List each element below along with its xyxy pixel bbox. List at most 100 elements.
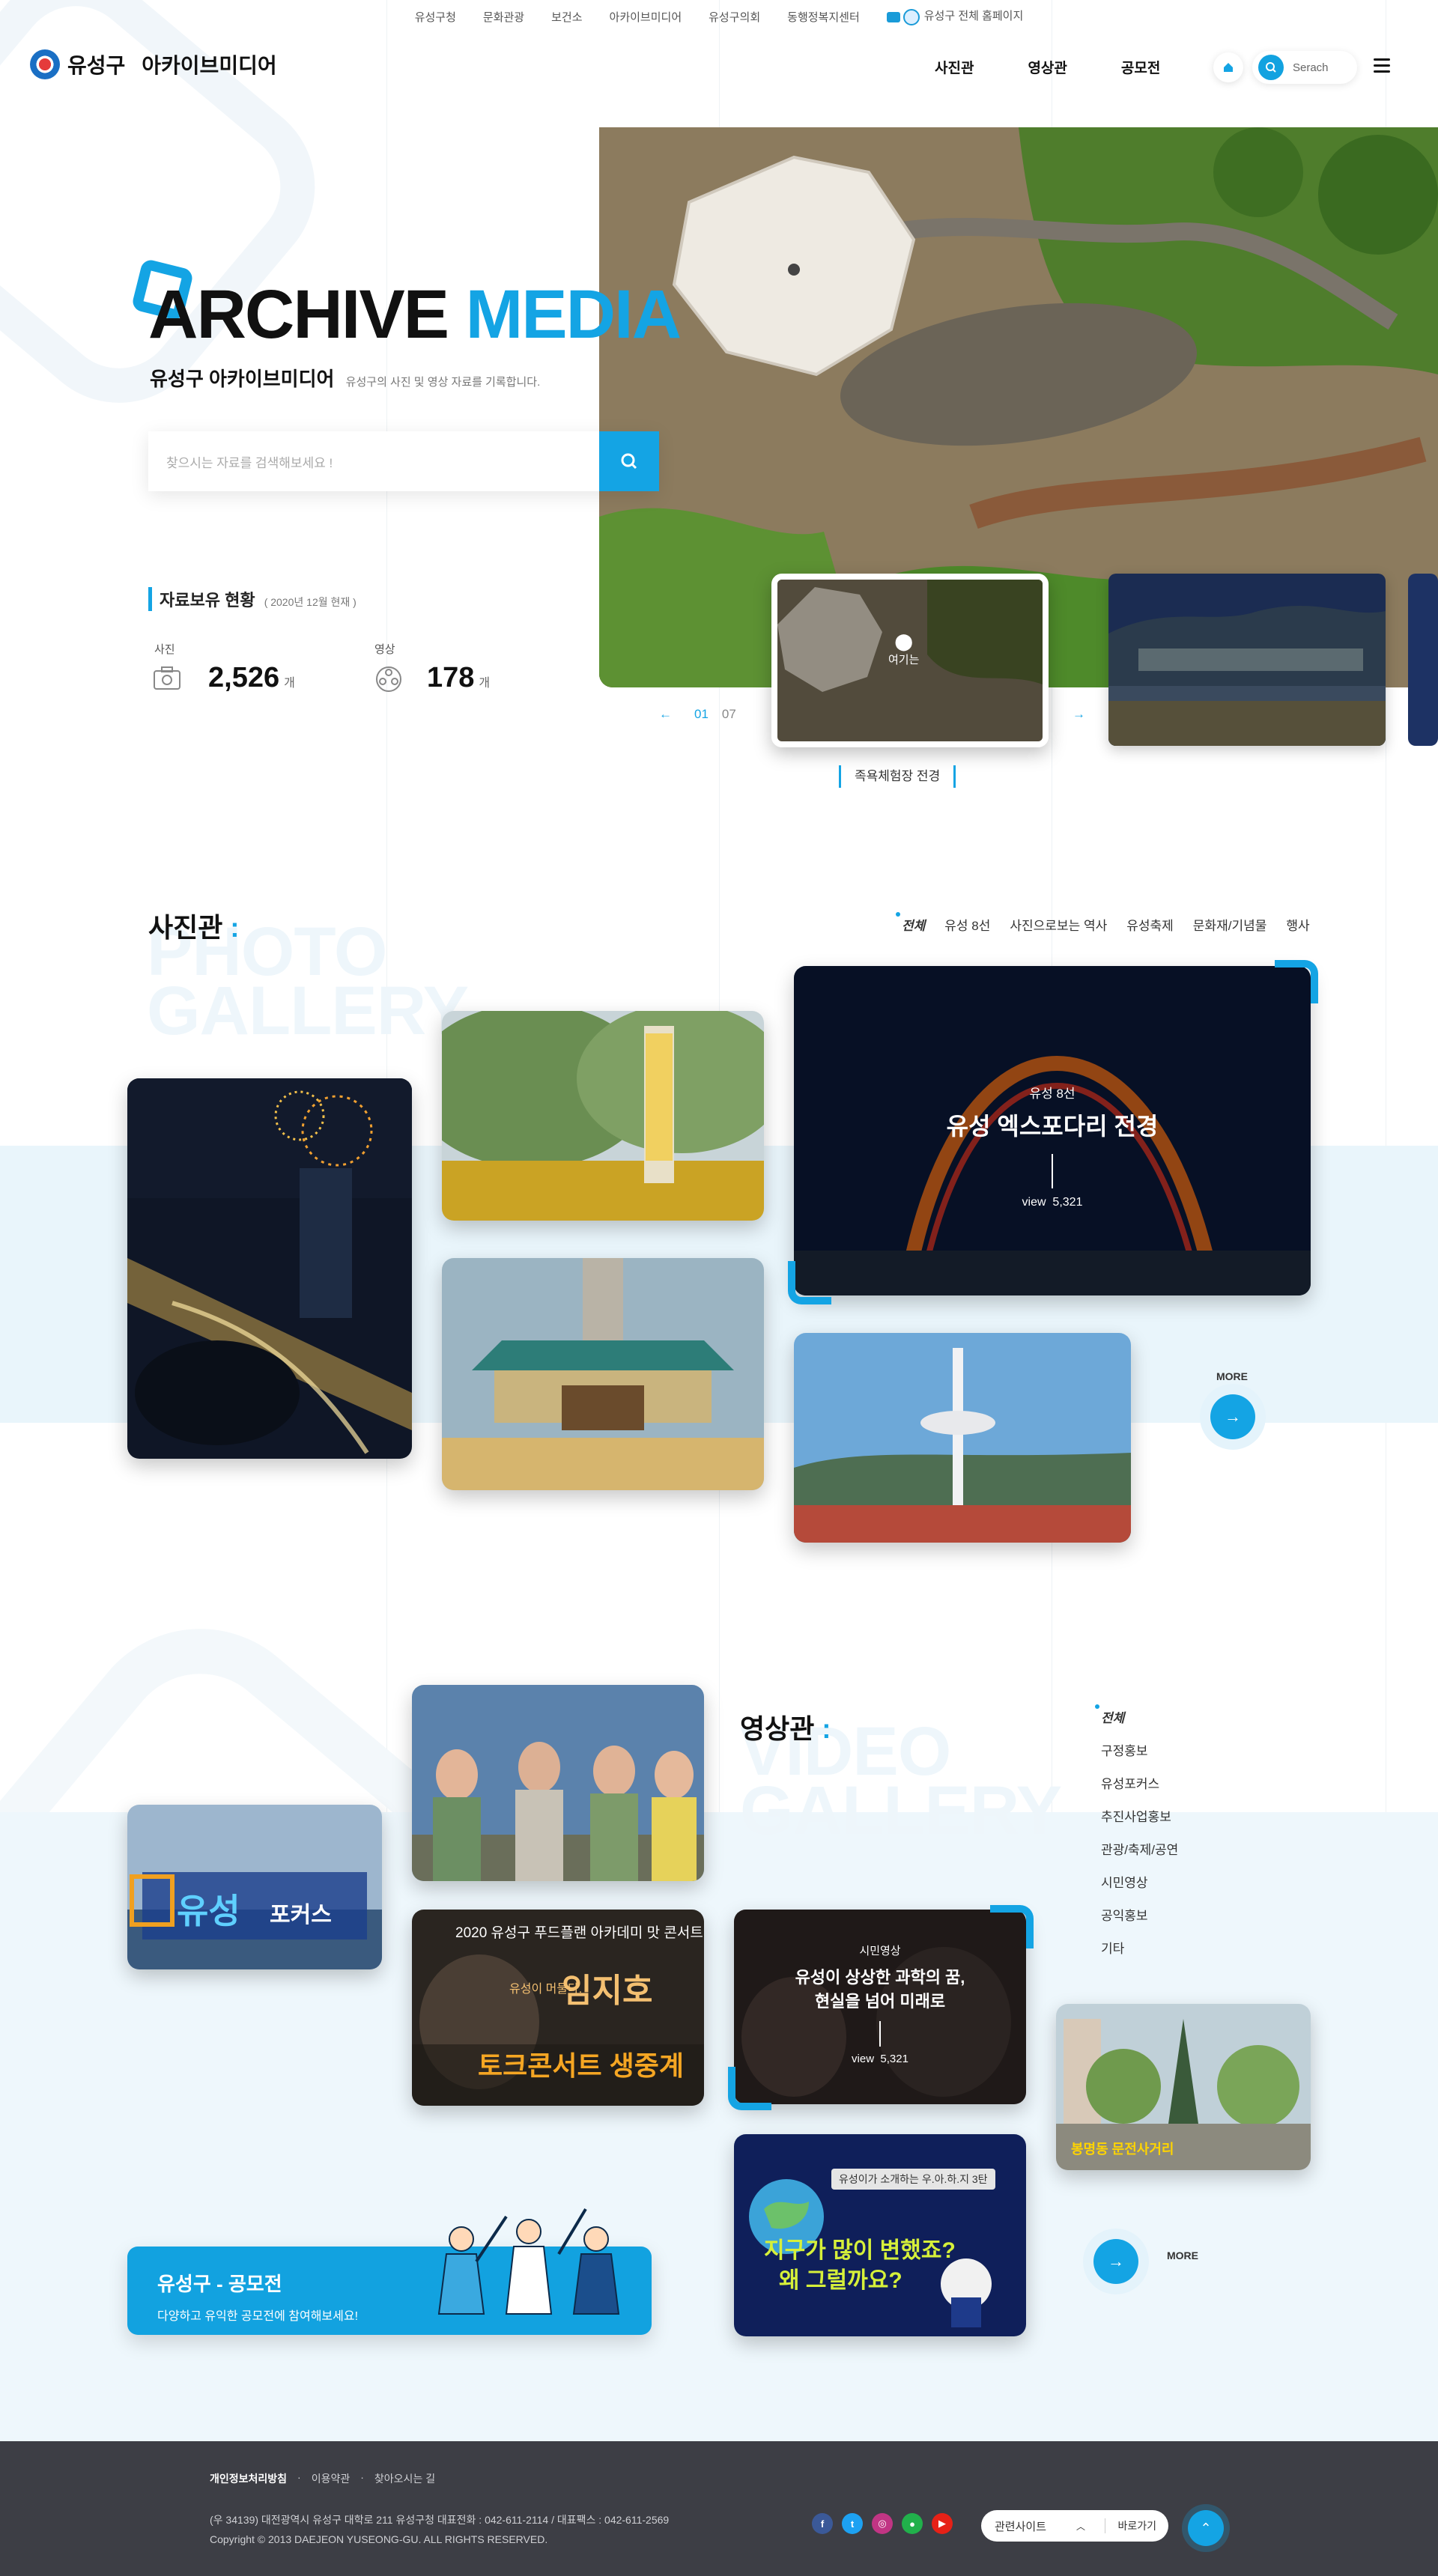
video-cat-etc[interactable]: 기타 [1101,1938,1178,1957]
prev-arrow-icon[interactable]: ← [659,707,672,722]
search-icon [1258,55,1284,80]
youtube-icon[interactable]: ▶ [932,2513,953,2534]
related-label: 관련사이트 [995,2520,1047,2533]
tab-heritage[interactable]: 문화재/기념물 [1193,915,1267,934]
street-label: 봉명동 문전사거리 [1071,2142,1174,2157]
related-go-button[interactable]: 바로가기 [1105,2518,1168,2533]
tab-history[interactable]: 사진으로보는 역사 [1010,915,1107,934]
gnb-item-video[interactable]: 영상관 [1028,57,1067,77]
archive-search-input[interactable]: 찾으시는 자료를 검색해보세요 ! [148,431,658,491]
video-cat-citizen[interactable]: 시민영상 [1101,1872,1178,1891]
photo-featured-card[interactable]: 유성 8선 유성 엑스포다리 전경 view 5,321 [794,966,1311,1295]
camera-icon [153,665,181,694]
utility-nav: 유성구청 문화관광 보건소 아카이브미디어 유성구의회 동행정복지센터 유성구 … [0,0,1438,33]
stats-title-text: 자료보유 현황 [160,591,255,610]
film-reel-icon [374,665,403,697]
facebook-icon[interactable]: f [812,2513,833,2534]
chevron-up-icon: ︿ [1076,2521,1086,2532]
util-link[interactable]: 유성구의회 [709,9,760,25]
arrow-right-icon: → [1225,1407,1241,1426]
concert-top-text: 2020 유성구 푸드플랜 아카데미 맛 콘서트 [455,1925,703,1941]
sns-links: f t ◎ ● ▶ [812,2513,953,2534]
scroll-top-button[interactable]: ⌃ [1188,2510,1224,2546]
video-card-street[interactable]: 봉명동 문전사거리 [1056,2004,1311,2170]
featured-corner-decoration [788,1261,831,1304]
video-cat-public[interactable]: 공익홍보 [1101,1905,1178,1924]
footer-copyright: Copyright © 2013 DAEJEON YUSEONG-GU. ALL… [210,2533,548,2545]
footer-links: 개인정보처리방침 · 이용약관 · 찾아오시는 길 [210,2471,436,2486]
footer-link-terms[interactable]: 이용약관 [312,2471,351,2486]
divider [879,2021,881,2047]
home-icon [886,11,900,22]
photo-card-fireworks[interactable] [127,1078,412,1459]
video-more-button[interactable]: → [1093,2239,1138,2284]
footer-link-directions[interactable]: 찾아오시는 길 [374,2471,435,2486]
video-card-concert[interactable]: 2020 유성구 푸드플랜 아카데미 맛 콘서트 임지호 유성이 머물다. 토크… [412,1910,704,2106]
stats-title: 자료보유 현황 ( 2020년 12월 현재 ) [148,587,357,611]
video-card-focus[interactable]: 유성 포커스 [127,1805,382,1969]
video-cat-tourism[interactable]: 관광/축제/공연 [1101,1839,1178,1858]
video-category-list: 전체 구정홍보 유성포커스 추진사업홍보 관광/축제/공연 시민영상 공익홍보 … [1094,1704,1178,1971]
related-sites-select[interactable]: 관련사이트 ︿ 바로가기 [981,2510,1168,2542]
talk-icon[interactable]: ● [902,2513,923,2534]
next-arrow-icon[interactable]: → [1073,707,1085,722]
stat-video-count: 178 개 [427,662,490,694]
photo-more-button[interactable]: → [1210,1394,1255,1439]
header-search-button[interactable]: Serach [1252,51,1357,84]
hero-subtitle: 유성구 아카이브미디어 유성구의 사진 및 영상 자료를 기록합니다. [150,364,540,392]
video-cat-project[interactable]: 추진사업홍보 [1101,1806,1178,1825]
science-banner: 유성이가 소개하는 우.아.하.지 3탄 [831,2169,995,2190]
video-card-science[interactable]: 유성이가 소개하는 우.아.하.지 3탄 지구가 많이 변했죠? 왜 그럴까요? [734,2134,1026,2336]
arrow-right-icon: → [1108,2252,1124,2270]
stat-photo-number: 2,526 [208,662,280,693]
instagram-icon[interactable]: ◎ [872,2513,893,2534]
util-link[interactable]: 아카이브미디어 [610,9,682,25]
video-card-choir[interactable] [412,1685,704,1881]
twitter-icon[interactable]: t [842,2513,863,2534]
hero-title: ARCHIVE MEDIA [148,280,682,349]
video-more-label: MORE [1167,2250,1198,2261]
gnb-item-contest[interactable]: 공모전 [1121,57,1160,77]
search-placeholder: 찾으시는 자료를 검색해보세요 ! [166,455,333,470]
video-cat-pr[interactable]: 구정홍보 [1101,1740,1178,1759]
focus-title: 유성 [177,1892,240,1931]
focus-sub: 포커스 [270,1903,332,1928]
tab-all[interactable]: 전체 [895,912,925,934]
hero-pager: ← 01 07 [659,707,736,722]
util-link[interactable]: 유성구청 [415,9,456,25]
util-link[interactable]: 보건소 [551,9,582,25]
slide-thumb[interactable] [1108,574,1386,746]
ghost-line: GALLERY [740,1772,1062,1850]
archive-search-button[interactable] [599,431,659,491]
site-logo[interactable]: 유성구 아카이브미디어 [30,49,277,79]
tab-event[interactable]: 행사 [1286,915,1309,934]
search-icon [621,453,637,470]
util-link[interactable]: 문화관광 [483,9,524,25]
concert-pre: 유성이 머물다. [509,1983,583,1996]
video-corner-decoration [728,2067,771,2110]
video-cat-focus[interactable]: 유성포커스 [1101,1773,1178,1792]
photo-card-tower[interactable] [794,1333,1131,1543]
footer-address: (우 34139) 대전광역시 유성구 대학로 211 유성구청 대표전화 : … [210,2514,670,2526]
main-nav: 사진관 영상관 공모전 [935,57,1160,77]
stat-unit: 개 [479,677,491,690]
section-title-text: 사진관 [148,912,223,943]
tab-festival[interactable]: 유성축제 [1126,915,1174,934]
footer-link-privacy[interactable]: 개인정보처리방침 [210,2471,287,2486]
util-home-link[interactable]: 유성구 전체 홈페이지 [886,7,1023,25]
util-link[interactable]: 동행정복지센터 [787,9,860,25]
footer-address-block: (우 34139) 대전광역시 유성구 대학로 211 유성구청 대표전화 : … [210,2510,669,2549]
stat-photo-label: 사진 [154,643,175,656]
video-featured-card[interactable]: 시민영상 유성이 상상한 과학의 꿈, 현실을 넘어 미래로 view 5,32… [734,1910,1026,2104]
home-button[interactable] [1213,52,1243,82]
stat-video-label: 영상 [374,643,395,656]
photo-card-memorial[interactable] [442,1258,764,1490]
menu-icon[interactable] [1374,58,1390,73]
video-cat-all[interactable]: 전체 [1094,1704,1178,1726]
slide-thumb-active[interactable]: ⬤ 여기는 [771,574,1049,747]
photo-card-parade[interactable] [442,1011,764,1221]
tab-8scenes[interactable]: 유성 8선 [944,915,990,934]
science-line2: 왜 그럴까요? [779,2268,902,2293]
gnb-item-photo[interactable]: 사진관 [935,57,974,77]
location-pin: ⬤ 여기는 [888,632,919,667]
